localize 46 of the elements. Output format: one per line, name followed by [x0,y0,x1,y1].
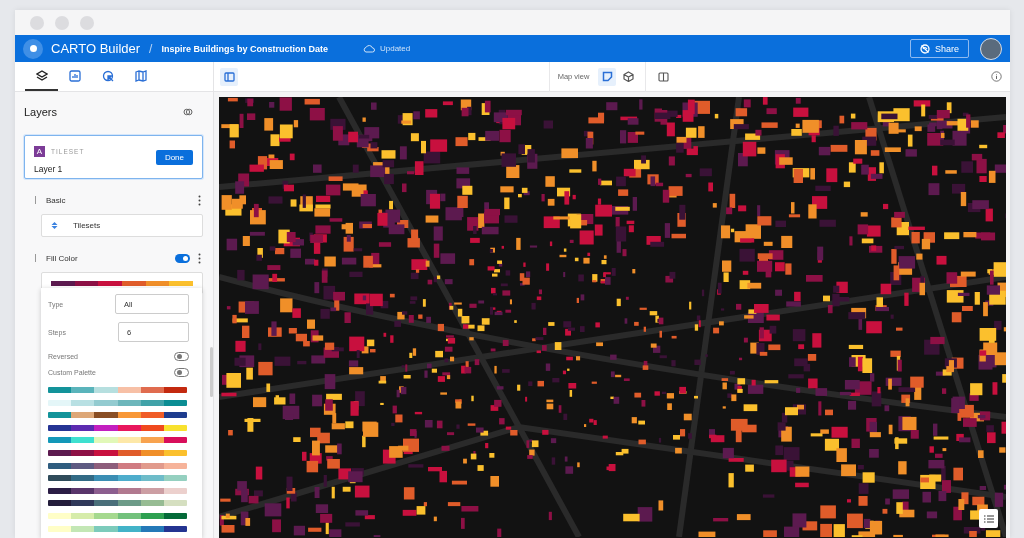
palette-option[interactable] [48,525,187,532]
split-view-icon [657,71,669,82]
map-drawing[interactable] [219,97,1006,537]
share-button[interactable]: Share [909,39,969,58]
chart-icon [68,69,81,82]
panel-toggle-button[interactable] [220,67,238,86]
list-icon [983,514,994,523]
tileset-icon [50,221,59,230]
map-icon [134,69,147,82]
legend-button[interactable] [979,509,998,528]
cloud-icon [362,44,375,53]
section-title: Fill Color [46,253,78,263]
app-name: CARTO Builder [51,41,141,56]
palette-option[interactable] [48,449,187,456]
layers-icon [35,69,48,82]
globe-icon [919,43,930,54]
cube-icon [622,71,634,82]
panel-title: Layers [24,106,58,118]
sidebar-icon [223,71,235,82]
section-title: Basic [46,195,66,205]
more-icon[interactable] [198,194,201,206]
palette-option[interactable] [48,512,187,519]
palette-option[interactable] [48,424,187,431]
more-icon[interactable] [198,252,201,264]
link-icon[interactable] [183,107,193,117]
cursor-target-icon [101,69,114,82]
palette-option[interactable] [48,412,187,419]
map-title[interactable]: Inspire Buildings by Construction Date [161,43,328,54]
breadcrumb-separator: / [149,41,153,56]
map-view-icon [601,71,613,82]
save-status: Updated [379,44,411,53]
user-avatar[interactable] [980,37,1002,60]
app-logo-icon[interactable] [23,38,43,59]
done-button[interactable]: Done [155,149,193,165]
toggle-switch[interactable] [174,368,189,377]
info-icon[interactable] [991,71,1002,82]
toggle-switch[interactable] [175,253,190,263]
palette-option[interactable] [48,500,187,507]
palette-option[interactable] [48,487,187,494]
toggle-switch[interactable] [174,352,189,361]
source-field[interactable]: Tilesets [41,214,203,237]
palette-option[interactable] [48,462,187,469]
layer-name: Layer 1 [34,164,64,174]
2d-view-button[interactable] [598,67,617,86]
palette-option[interactable] [48,475,187,482]
layer-badge: A [34,146,45,157]
